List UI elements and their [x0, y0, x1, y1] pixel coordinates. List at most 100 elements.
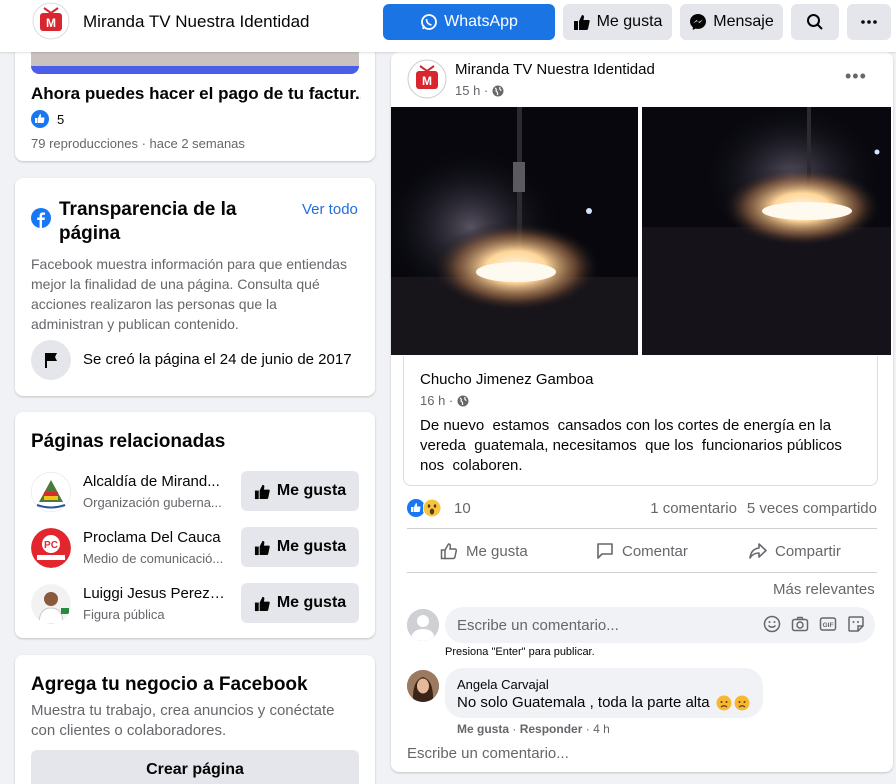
page-created-date: Se creó la página el 24 de junio de 2017 [83, 351, 352, 368]
reaction-icons[interactable] [407, 499, 441, 517]
thumbs-up-icon [573, 13, 591, 31]
gif-icon[interactable]: GIF [819, 615, 837, 633]
like-post-button[interactable]: Me gusta [440, 537, 528, 565]
engagement-counts: 1 comentario 5 veces compartido [650, 500, 877, 517]
business-description: Muestra tu trabajo, crea anuncios y coné… [31, 702, 335, 739]
comment-input[interactable]: Escribe un comentario... GIF [445, 607, 875, 643]
thumbs-up-outline-icon [440, 542, 458, 560]
related-page-category: Organización guberna... [83, 495, 222, 510]
comment-text-content: No solo Guatemala , toda la parte alta [457, 694, 710, 711]
camera-icon[interactable] [791, 615, 809, 633]
sad-emoji-icon [734, 695, 750, 711]
separator-dot: · [585, 722, 594, 736]
reactions-summary: 10 1 comentario 5 veces compartido [407, 497, 877, 519]
related-page-item: Luiggi Jesus Perez ... Figura pública Me… [31, 583, 361, 626]
related-page-item: PC Proclama Del Cauca Medio de comunicac… [31, 527, 361, 570]
page-logo[interactable]: M [32, 2, 70, 40]
page-title[interactable]: Miranda TV Nuestra Identidad [83, 12, 309, 32]
transparency-description: Facebook muestra información para que en… [31, 256, 347, 332]
like-button-label: Me gusta [276, 482, 347, 499]
like-button-label: Me gusta [276, 538, 347, 555]
comment-time[interactable]: 4 h [593, 722, 610, 736]
like-related-page-button[interactable]: Me gusta [241, 471, 359, 511]
thumbs-up-icon [254, 595, 271, 612]
shared-post-text: De nuevo estamos cansados con los cortes… [420, 417, 847, 474]
like-page-button[interactable]: Me gusta [563, 4, 672, 40]
like-related-page-button[interactable]: Me gusta [241, 583, 359, 623]
related-page-name[interactable]: Proclama Del Cauca [83, 529, 225, 546]
video-thumbnail[interactable] [31, 52, 359, 74]
video-likes[interactable]: 5 [31, 110, 64, 128]
separator-dot: · [512, 722, 520, 736]
search-icon [806, 13, 824, 31]
like-page-label: Me gusta [596, 13, 663, 30]
commenter-name[interactable]: Angela Carvajal [457, 677, 549, 692]
share-action-label: Compartir [775, 542, 841, 560]
divider [407, 528, 877, 529]
post-author-name[interactable]: Miranda TV Nuestra Identidad [455, 61, 655, 78]
comment-button[interactable]: Comentar [596, 537, 688, 565]
flag-icon [31, 340, 71, 380]
enter-hint: Presiona "Enter" para publicar. [445, 646, 595, 658]
business-title: Agrega tu negocio a Facebook [31, 674, 308, 695]
create-page-button[interactable]: Crear página [31, 750, 359, 784]
comment-input-placeholder: Escribe un comentario... [457, 617, 619, 634]
post-photo[interactable] [391, 107, 638, 355]
search-button[interactable] [791, 4, 839, 40]
related-page-category: Medio de comunicació... [83, 551, 224, 566]
messenger-icon [689, 13, 707, 31]
page-header: M Miranda TV Nuestra Identidad WhatsApp … [0, 0, 896, 52]
avatar[interactable]: PC [31, 528, 71, 568]
comment-sort-dropdown[interactable]: Más relevantes [773, 581, 875, 598]
divider [407, 572, 877, 573]
see-all-link[interactable]: Ver todo [302, 201, 358, 218]
emoji-icon[interactable] [763, 615, 781, 633]
more-options-button[interactable] [847, 4, 891, 40]
post-options-icon[interactable]: ••• [845, 66, 867, 87]
post-author-avatar[interactable]: M [407, 59, 447, 99]
video-title[interactable]: Ahora puedes hacer el pago de tu factur.… [31, 84, 361, 104]
whatsapp-button[interactable]: WhatsApp [383, 4, 555, 40]
related-page-name[interactable]: Alcaldía de Mirand... [83, 473, 225, 490]
shares-count[interactable]: 5 veces compartido [747, 500, 877, 517]
comment-action-label: Comentar [622, 542, 688, 560]
related-pages-title: Páginas relacionadas [31, 431, 226, 452]
like-action-label: Me gusta [466, 542, 528, 560]
svg-text:PC: PC [44, 540, 58, 551]
write-comment-link[interactable]: Escribe un comentario... [407, 745, 569, 762]
like-reaction-icon [31, 110, 49, 128]
share-icon [749, 542, 767, 560]
shared-post-timestamp[interactable]: 16 h · [420, 393, 469, 408]
avatar[interactable] [31, 584, 71, 624]
avatar[interactable] [31, 472, 71, 512]
whatsapp-label: WhatsApp [444, 13, 518, 30]
share-button[interactable]: Compartir [749, 537, 841, 565]
current-user-avatar[interactable] [407, 609, 439, 641]
video-meta: 79 reproducciones · hace 2 semanas [31, 136, 245, 151]
svg-text:M: M [46, 16, 56, 30]
shared-post-author[interactable]: Chucho Jimenez Gamboa [420, 371, 593, 388]
transparency-title: Transparencia de la página [59, 199, 237, 244]
related-page-name[interactable]: Luiggi Jesus Perez ... [83, 585, 225, 602]
reaction-count[interactable]: 10 [454, 500, 471, 517]
commenter-avatar[interactable] [407, 670, 439, 702]
comment-text: No solo Guatemala , toda la parte alta [457, 694, 750, 711]
comment-bubble: Angela Carvajal No solo Guatemala , toda… [445, 668, 763, 718]
thumbs-up-icon [254, 539, 271, 556]
facebook-icon [31, 208, 51, 228]
post-timestamp[interactable]: 15 h · [455, 83, 504, 98]
sticker-icon[interactable] [847, 615, 865, 633]
comment-like-link[interactable]: Me gusta [457, 722, 509, 736]
comments-count[interactable]: 1 comentario [650, 500, 737, 517]
sad-emoji-icon [716, 695, 732, 711]
message-label: Mensaje [713, 13, 774, 30]
post-time-text: 15 h · [455, 83, 489, 98]
thumbs-up-icon [254, 483, 271, 500]
wow-reaction-icon [423, 499, 441, 517]
comment-reply-link[interactable]: Responder [520, 722, 583, 736]
post-photo[interactable] [642, 107, 891, 355]
like-related-page-button[interactable]: Me gusta [241, 527, 359, 567]
message-button[interactable]: Mensaje [680, 4, 783, 40]
svg-text:GIF: GIF [823, 622, 834, 629]
comment-icon [596, 542, 614, 560]
